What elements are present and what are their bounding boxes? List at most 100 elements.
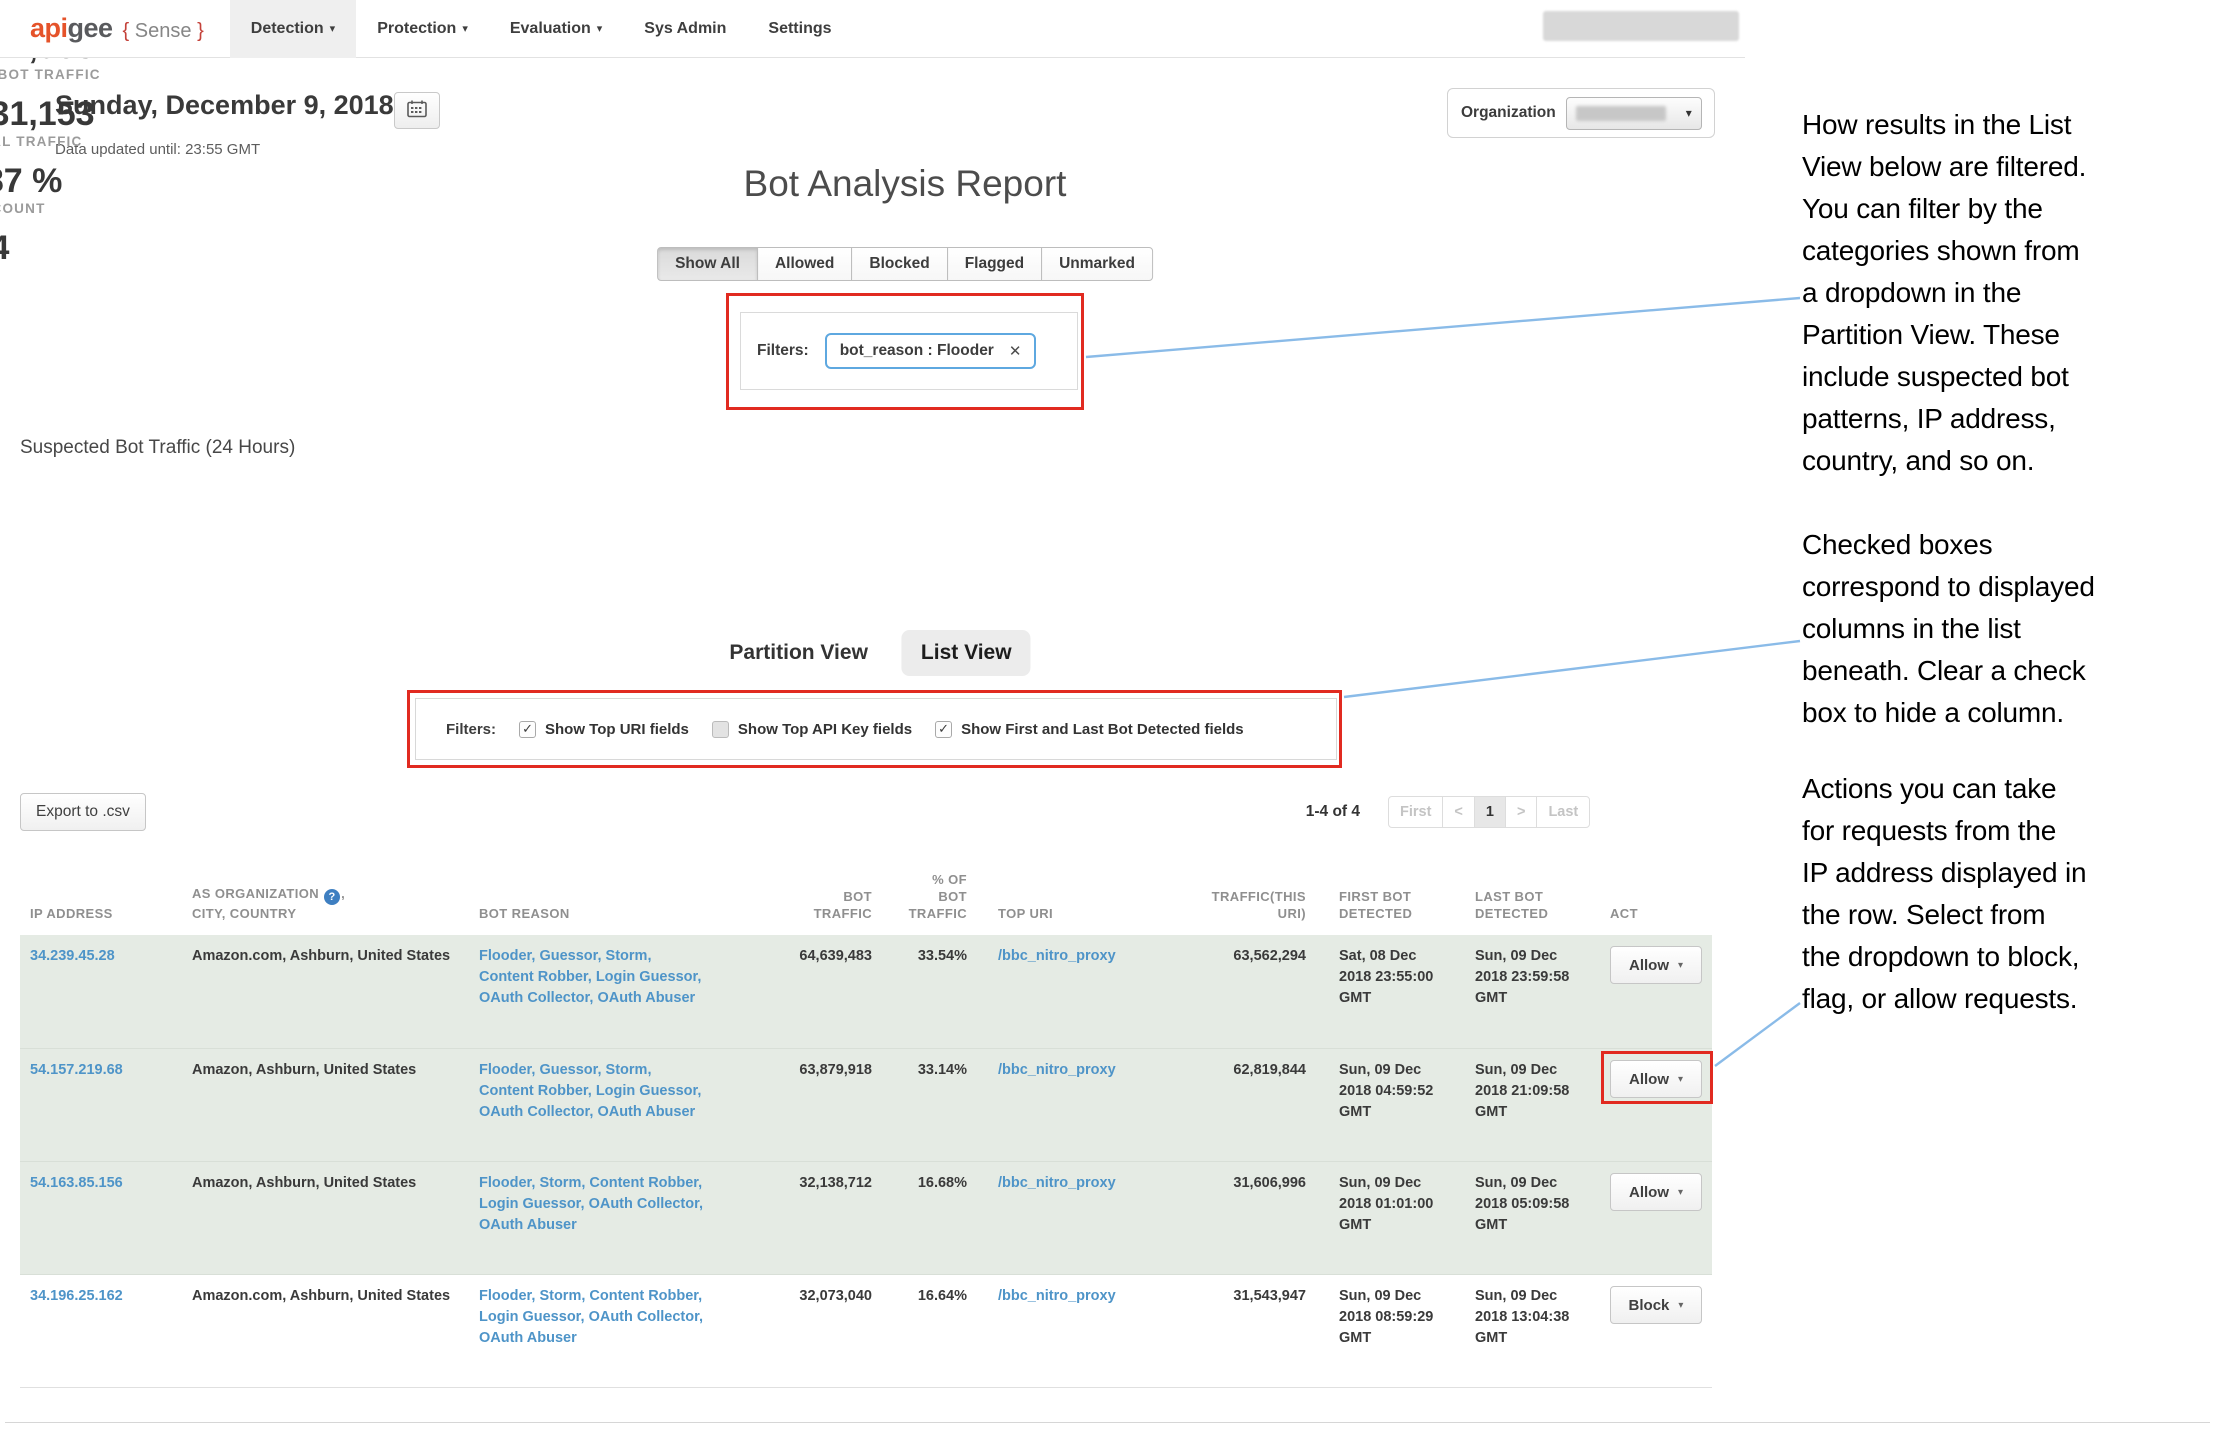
reason-separator: , [697,969,701,985]
bot-reason-link[interactable]: OAuth Abuser [597,1104,695,1120]
bot-reason-link[interactable]: OAuth Abuser [479,1330,577,1346]
checkbox-checked-icon[interactable]: ✓ [519,721,536,738]
status-filter-tabs: Show AllAllowedBlockedFlaggedUnmarked [657,247,1153,281]
top-navigation: apigee { Sense } Detection▾Protection▾Ev… [0,0,1745,58]
pagination-first[interactable]: First [1388,796,1443,828]
pagination: First<1>Last [1388,796,1590,828]
help-icon[interactable]: ? [324,889,340,905]
action-dropdown-block[interactable]: Block▾ [1610,1286,1702,1324]
header-line: AS ORGANIZATION?, [192,885,462,906]
bot-reason-link[interactable]: Content Robber [479,969,588,985]
action-cell: Allow▾ [1608,946,1712,1038]
tab-list-view[interactable]: List View [902,630,1031,676]
bot-reason-link[interactable]: Login Guessor [479,1309,581,1325]
ip-address-cell: 34.239.45.28 [20,946,170,1038]
redacted-user-account[interactable] [1543,11,1739,41]
bot-reason-link[interactable]: Flooder [479,948,531,964]
top-uri-link[interactable]: /bbc_nitro_proxy [998,948,1116,964]
bot-reason-link[interactable]: Flooder [479,1288,531,1304]
bot-reason-link[interactable]: OAuth Abuser [597,990,695,1006]
bot-reason-link[interactable]: Storm [539,1175,581,1191]
nav-item-detection[interactable]: Detection▾ [230,0,356,58]
bot-reason-link[interactable]: Login Guessor [479,1196,581,1212]
bot-reason-link[interactable]: Content Robber [479,1083,588,1099]
bot-traffic-cell: 63,879,918 [710,1060,882,1151]
ip-address-link[interactable]: 34.239.45.28 [30,948,115,964]
remove-filter-icon[interactable]: ✕ [1009,342,1022,360]
tab-allowed[interactable]: Allowed [757,247,852,281]
bot-reason-link[interactable]: Storm [606,1062,648,1078]
reason-separator: , [647,1062,651,1078]
top-uri-link[interactable]: /bbc_nitro_proxy [998,1288,1116,1304]
bot-reason-link[interactable]: Login Guessor [596,1083,698,1099]
nav-item-settings[interactable]: Settings [747,0,852,58]
top-uri-link[interactable]: /bbc_nitro_proxy [998,1175,1116,1191]
bot-reason-link[interactable]: Content Robber [589,1288,698,1304]
ip-address-cell: 34.196.25.162 [20,1286,170,1377]
pagination-prev[interactable]: < [1442,796,1474,828]
top-uri-link[interactable]: /bbc_nitro_proxy [998,1062,1116,1078]
tab-flagged[interactable]: Flagged [947,247,1042,281]
tab-unmarked[interactable]: Unmarked [1041,247,1153,281]
bot-reason-link[interactable]: OAuth Collector [479,990,589,1006]
pct-bot-traffic-cell: 16.64% [882,1286,980,1377]
pagination-last[interactable]: Last [1536,796,1590,828]
chevron-down-icon: ▾ [330,22,336,35]
filter-chip-bot-reason[interactable]: bot_reason : Flooder ✕ [825,333,1037,369]
uri-traffic-cell: 62,819,844 [1170,1060,1320,1151]
nav-item-evaluation[interactable]: Evaluation▾ [489,0,623,58]
nav-item-sys-admin[interactable]: Sys Admin [623,0,747,58]
bot-reason-link[interactable]: Flooder [479,1175,531,1191]
bot-reason-link[interactable]: Storm [539,1288,581,1304]
table-row: 54.163.85.156 Amazon, Ashburn, United Sta… [20,1161,1712,1274]
checkbox-checked-icon[interactable]: ✓ [935,721,952,738]
column-filter-show-top-api-key-fields[interactable]: Show Top API Key fields [712,721,912,738]
column-filter-show-top-uri-fields[interactable]: ✓ Show Top URI fields [519,721,689,738]
sense-logo: { Sense } [123,20,204,43]
as-organization-cell: Amazon, Ashburn, United States [170,1173,472,1264]
checkbox-label: Show Top API Key fields [738,721,912,738]
action-dropdown-allow[interactable]: Allow▾ [1610,946,1702,984]
ip-address-link[interactable]: 34.196.25.162 [30,1288,123,1304]
table-row: 34.196.25.162Amazon.com, Ashburn, United… [20,1274,1712,1387]
column-filter-show-first-and-last-bot-detected-fields[interactable]: ✓Show First and Last Bot Detected fields [935,721,1244,738]
export-csv-button[interactable]: Export to .csv [20,793,146,831]
checkbox-unchecked-icon[interactable] [712,721,729,738]
top-uri-cell: /bbc_nitro_proxy [980,946,1170,1038]
stat-value: 192,731,153 [0,95,101,134]
action-dropdown-allow[interactable]: Allow▾ [1610,1060,1702,1098]
organization-dropdown[interactable]: ▾ [1566,97,1702,130]
header-text: AS ORGANIZATION [192,886,319,901]
bot-traffic-cell: 64,639,483 [710,946,882,1038]
apigee-logo[interactable]: apigee { Sense } [30,13,204,44]
page-bottom-border [5,1422,2210,1423]
bot-reason-link[interactable]: OAuth Collector [479,1104,589,1120]
column-header-first: FIRST BOT DETECTED [1320,888,1468,935]
pagination-next[interactable]: > [1505,796,1537,828]
tab-blocked[interactable]: Blocked [851,247,947,281]
stat-bot-count: BOT COUNT4 [0,201,101,268]
bot-reason-link[interactable]: Login Guessor [596,969,698,985]
date-picker-button[interactable] [394,92,440,129]
bot-traffic-cell: 32,073,040 [710,1286,882,1377]
reason-separator: , [699,1196,703,1212]
tab-partition-view[interactable]: Partition View [729,641,867,665]
bot-reason-link[interactable]: Flooder [479,1062,531,1078]
ip-address-link[interactable]: 54.157.219.68 [30,1062,123,1078]
bot-reason-link[interactable]: Guessor [539,1062,597,1078]
bot-reason-link[interactable]: Content Robber [589,1175,698,1191]
bot-reason-link[interactable]: OAuth Collector [589,1196,699,1212]
tab-show-all[interactable]: Show All [657,247,758,281]
action-dropdown-allow[interactable]: Allow▾ [1610,1173,1702,1211]
bot-reason-link[interactable]: OAuth Collector [589,1309,699,1325]
nav-item-protection[interactable]: Protection▾ [356,0,489,58]
last-bot-detected-cell: Sun, 09 Dec 2018 21:09:58 GMT [1468,1060,1608,1151]
column-header-bot-traffic: BOT TRAFFIC [710,888,882,935]
checkbox-label: Show Top URI fields [545,721,689,738]
bot-reason-link[interactable]: Guessor [539,948,597,964]
pagination-page[interactable]: 1 [1474,796,1506,828]
bot-reason-link[interactable]: Storm [606,948,648,964]
reason-separator: , [699,1309,703,1325]
bot-reason-link[interactable]: OAuth Abuser [479,1217,577,1233]
ip-address-link[interactable]: 54.163.85.156 [30,1175,123,1191]
